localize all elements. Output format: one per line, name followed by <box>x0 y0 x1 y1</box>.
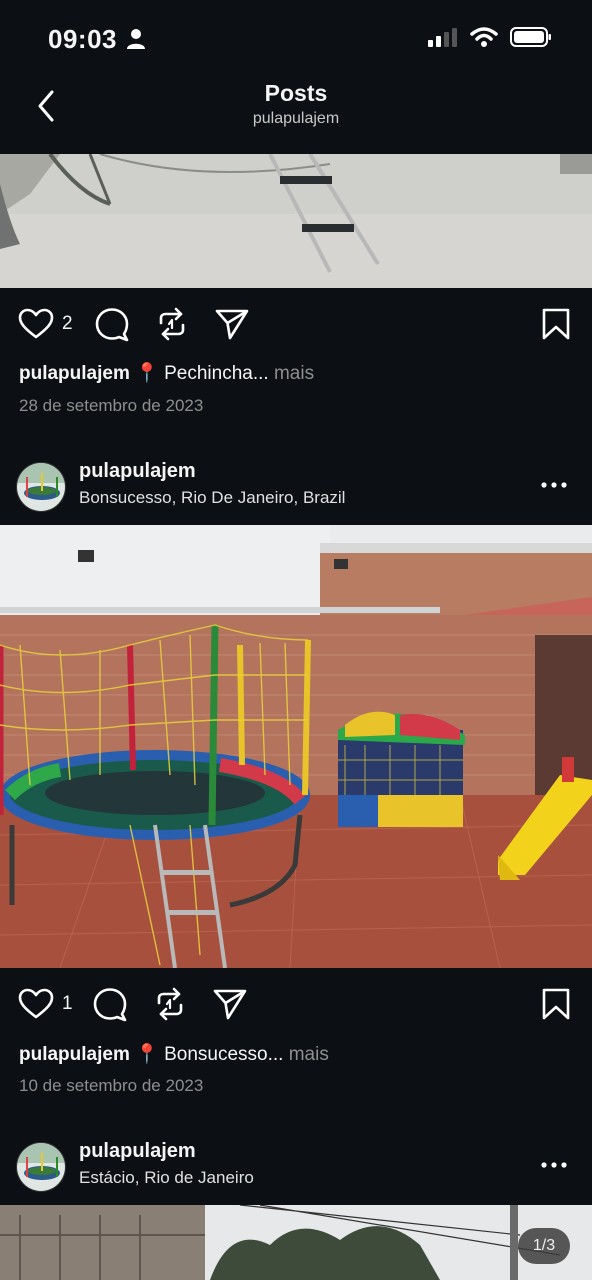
avatar[interactable] <box>16 1142 66 1192</box>
post-header: pulapulajem Estácio, Rio de Janeiro <box>0 1136 592 1206</box>
status-indicators <box>428 26 552 48</box>
post-location[interactable]: Bonsucesso, Rio De Janeiro, Brazil <box>79 488 345 508</box>
post-image[interactable] <box>0 154 592 288</box>
bookmark-icon <box>542 308 570 340</box>
repost-button[interactable] <box>150 984 190 1024</box>
heart-icon <box>18 988 54 1019</box>
post-header: pulapulajem Bonsucesso, Rio De Janeiro, … <box>0 456 592 526</box>
bookmark-button[interactable] <box>536 304 576 344</box>
post-date: 28 de setembro de 2023 <box>19 396 204 415</box>
wifi-icon <box>470 27 498 47</box>
bookmark-icon <box>542 988 570 1020</box>
like-button[interactable] <box>16 984 56 1024</box>
more-link[interactable]: mais <box>289 1044 329 1065</box>
repost-icon <box>157 987 183 1021</box>
more-link[interactable]: mais <box>274 363 314 384</box>
like-button[interactable] <box>16 304 56 344</box>
page-title: Posts <box>264 80 328 106</box>
share-button[interactable] <box>210 984 250 1024</box>
post-caption: pulapulajem 📍 Pechincha... mais <box>19 361 314 385</box>
comment-icon <box>95 308 129 342</box>
avatar[interactable] <box>16 462 66 512</box>
status-time: 09:03 <box>48 24 117 54</box>
post-image[interactable] <box>0 1205 592 1280</box>
post-location[interactable]: Estácio, Rio de Janeiro <box>79 1168 254 1188</box>
post-actions: 1 <box>0 984 592 1044</box>
caption-username[interactable]: pulapulajem <box>19 363 130 384</box>
caption-location: Pechincha... <box>164 363 269 384</box>
more-options-button[interactable] <box>534 470 574 500</box>
share-icon <box>215 309 249 340</box>
caption-username[interactable]: pulapulajem <box>19 1044 130 1065</box>
caption-location: Bonsucesso... <box>164 1044 284 1065</box>
share-icon <box>213 989 247 1020</box>
comment-icon <box>93 988 127 1022</box>
status-bar: 09:03 <box>0 0 592 76</box>
nav-bar: Posts pulapulajem <box>0 76 592 154</box>
post-date: 10 de setembro de 2023 <box>19 1076 204 1095</box>
like-count[interactable]: 1 <box>62 993 73 1015</box>
post-caption: pulapulajem 📍 Bonsucesso... mais <box>19 1042 329 1066</box>
repost-icon <box>159 307 185 341</box>
more-icon <box>541 1162 567 1168</box>
more-options-button[interactable] <box>534 1150 574 1180</box>
repost-button[interactable] <box>152 304 192 344</box>
signal-icon <box>428 28 457 47</box>
post-username[interactable]: pulapulajem <box>79 460 196 483</box>
page-subtitle: pulapulajem <box>252 110 340 127</box>
comment-button[interactable] <box>92 304 132 344</box>
share-button[interactable] <box>212 304 252 344</box>
pin-icon: 📍 <box>135 1044 159 1065</box>
like-count[interactable]: 2 <box>62 313 73 335</box>
bookmark-button[interactable] <box>536 984 576 1024</box>
comment-button[interactable] <box>90 984 130 1024</box>
more-icon <box>541 482 567 488</box>
post-image[interactable] <box>0 525 592 968</box>
carousel-counter: 1/3 <box>518 1228 570 1264</box>
battery-icon <box>510 27 551 47</box>
post-actions: 2 <box>0 304 592 364</box>
post-username[interactable]: pulapulajem <box>79 1140 196 1163</box>
pin-icon: 📍 <box>135 363 159 384</box>
heart-icon <box>18 308 54 339</box>
person-icon <box>127 29 145 49</box>
